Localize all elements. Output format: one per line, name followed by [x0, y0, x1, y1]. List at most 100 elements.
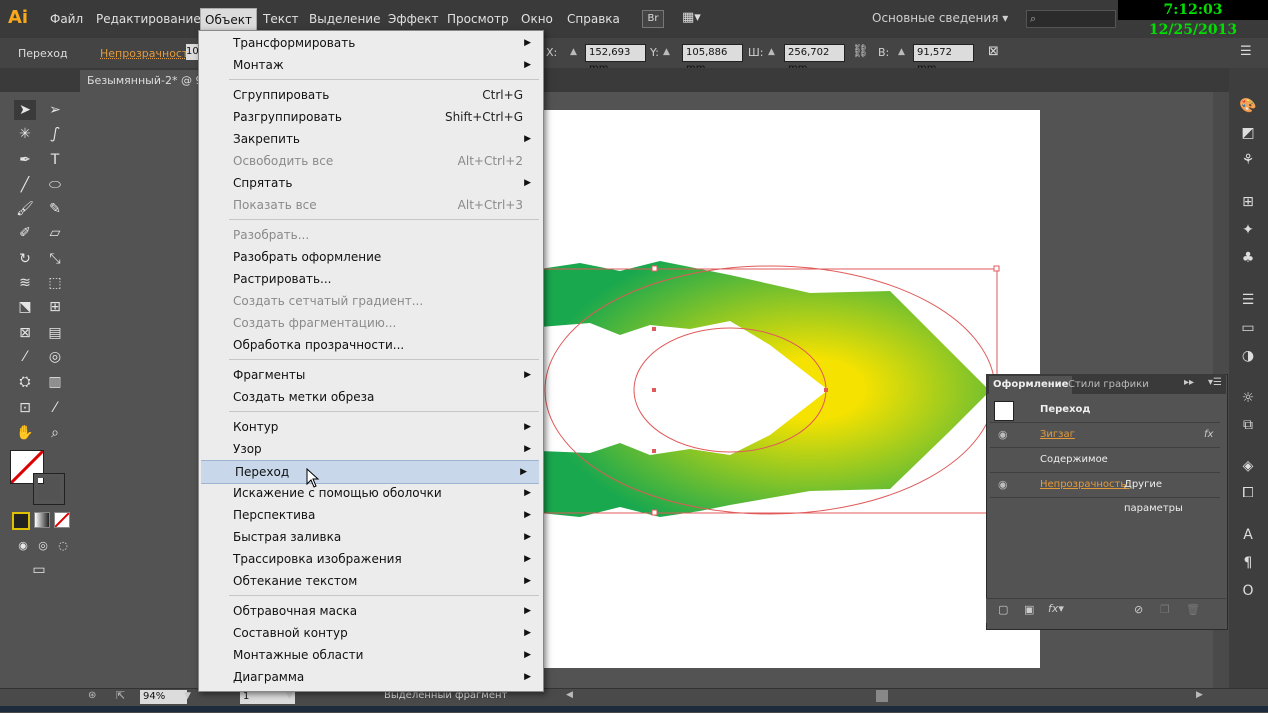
blend-artwork[interactable]	[540, 255, 1000, 525]
menu-item[interactable]: Монтаж ▶	[199, 54, 543, 76]
menu-item[interactable]: Создать метки обреза	[199, 386, 543, 408]
eyedropper-tool-icon[interactable]: ⁄	[14, 347, 36, 367]
appearance-header-row[interactable]: Переход	[990, 398, 1220, 423]
gradient-mode-icon[interactable]	[34, 512, 50, 528]
gradient-tool-icon[interactable]: ▤	[44, 323, 66, 343]
menu-2[interactable]: Объект	[200, 8, 257, 32]
y-input[interactable]: 105,886 mm	[682, 44, 743, 74]
artboard-tool-icon[interactable]: ⊡	[14, 398, 36, 418]
warp-tool-icon[interactable]: ≋	[14, 273, 36, 293]
paintbrush-tool-icon[interactable]: 🖌	[14, 199, 36, 219]
paragraph-panel-icon[interactable]: ¶	[1238, 555, 1258, 573]
menu-item[interactable]: Фрагменты ▶	[199, 364, 543, 386]
tab-appearance[interactable]: Оформление	[989, 376, 1073, 394]
symbols-panel-icon[interactable]: ♣	[1238, 250, 1258, 268]
bridge-button[interactable]: Br	[642, 10, 664, 28]
color-mode-icon[interactable]	[12, 512, 30, 530]
opentype-panel-icon[interactable]: O	[1238, 583, 1258, 601]
swatches-panel-icon[interactable]: ⊞	[1238, 194, 1258, 212]
x-input[interactable]: 152,693 mm	[585, 44, 646, 74]
type-tool-icon[interactable]: T	[44, 150, 66, 170]
stroke-swatch[interactable]	[33, 473, 65, 505]
anchor-bottom[interactable]	[652, 449, 656, 453]
scroll-right-icon[interactable]: ▶	[1196, 690, 1203, 700]
menu-item[interactable]: Узор ▶	[199, 438, 543, 460]
appearance-panel-icon[interactable]: ☼	[1238, 390, 1258, 408]
contents-row[interactable]: Содержимое	[990, 448, 1220, 473]
selection-tool-icon[interactable]: ➤	[14, 100, 36, 120]
stroke-panel-icon[interactable]: ☰	[1238, 292, 1258, 310]
h-stepper-icon[interactable]: ▲	[898, 47, 905, 57]
status-toggle-icon[interactable]: ⊛	[88, 690, 96, 701]
menu-item[interactable]: Обработка прозрачности...	[199, 334, 543, 356]
menu-item[interactable]: Монтажные области ▶	[199, 644, 543, 666]
zoom-input[interactable]: 94%	[140, 690, 187, 704]
x-stepper-icon[interactable]: ▲	[570, 47, 577, 57]
transparency-panel-icon[interactable]: ◑	[1238, 348, 1258, 366]
free-transform-tool-icon[interactable]: ⬚	[44, 273, 66, 293]
menu-0[interactable]: Файл	[46, 12, 87, 26]
menu-item[interactable]: Быстрая заливка ▶	[199, 526, 543, 548]
status-share-icon[interactable]: ⇱	[116, 689, 125, 702]
shape-builder-tool-icon[interactable]: ⬔	[14, 297, 36, 317]
color-guide-icon[interactable]: ◩	[1238, 125, 1258, 143]
draw-inside-icon[interactable]: ◌	[52, 536, 74, 556]
opacity-link[interactable]: Непрозрачность:	[1040, 473, 1130, 497]
perspective-grid-tool-icon[interactable]: ⊞	[44, 297, 66, 317]
menu-item[interactable]: Искажение с помощью оболочки ▶	[199, 482, 543, 504]
blob-brush-tool-icon[interactable]: ✐	[14, 223, 36, 243]
direct-selection-tool-icon[interactable]: ➢	[44, 100, 66, 120]
control-menu-icon[interactable]: ☰	[1240, 44, 1252, 59]
pen-tool-icon[interactable]: ✒	[14, 150, 36, 170]
brushes-panel-icon[interactable]: ✦	[1238, 222, 1258, 240]
anchor-top[interactable]	[652, 327, 656, 331]
menu-item[interactable]: Разобрать оформление	[199, 246, 543, 268]
anchor-right[interactable]	[824, 388, 828, 392]
handle-top[interactable]	[651, 265, 658, 272]
menu-item[interactable]: Переход ▶	[201, 460, 539, 484]
panel-menu-icon[interactable]: ▾☰	[1208, 377, 1222, 388]
link-proportions-icon[interactable]: ⛓	[852, 44, 869, 59]
tab-graphic-styles[interactable]: Стили графики	[1068, 376, 1149, 394]
none-mode-icon[interactable]	[54, 512, 70, 528]
menu-item[interactable]: Спрятать ▶	[199, 172, 543, 194]
handle-bottom[interactable]	[651, 509, 658, 516]
column-graph-tool-icon[interactable]: ▥	[44, 372, 66, 392]
pencil-tool-icon[interactable]: ✎	[44, 199, 66, 219]
screen-mode-icon[interactable]: ▭	[28, 560, 50, 580]
opacity-input[interactable]: 10	[186, 44, 199, 60]
layers-panel-icon[interactable]: ◈	[1238, 458, 1258, 476]
panel-collapse-icon[interactable]: ▸▸	[1184, 377, 1194, 388]
blend-tool-icon[interactable]: ◎	[44, 347, 66, 367]
menu-item[interactable]: Обтекание текстом ▶	[199, 570, 543, 592]
add-stroke-icon[interactable]: ▢	[998, 603, 1008, 616]
draw-behind-icon[interactable]: ◎	[32, 536, 54, 556]
zoom-tool-icon[interactable]: ⌕	[44, 423, 66, 443]
menu-1[interactable]: Редактирование	[92, 12, 205, 26]
gradient-panel-icon[interactable]: ▭	[1238, 320, 1258, 338]
transform-icon[interactable]: ⊠	[988, 44, 999, 59]
arrange-documents-icon[interactable]: ▦▾	[682, 10, 701, 25]
w-stepper-icon[interactable]: ▲	[768, 47, 775, 57]
menu-item[interactable]: Растрировать...	[199, 268, 543, 290]
w-input[interactable]: 256,702 mm	[784, 44, 845, 74]
menu-5[interactable]: Эффект	[384, 12, 443, 26]
graphic-styles-icon[interactable]: ⧉	[1238, 417, 1258, 435]
magic-wand-tool-icon[interactable]: ✳	[14, 124, 36, 144]
lasso-tool-icon[interactable]: ഽ	[44, 124, 66, 144]
scale-tool-icon[interactable]: ⤡	[44, 249, 66, 269]
hand-tool-icon[interactable]: ✋	[14, 423, 36, 443]
menu-item[interactable]: Контур ▶	[199, 416, 543, 438]
menu-item[interactable]: Разгруппировать Shift+Ctrl+G	[199, 106, 543, 128]
visibility-eye-icon[interactable]: ◉	[998, 473, 1008, 497]
menu-7[interactable]: Окно	[517, 12, 557, 26]
y-stepper-icon[interactable]: ▲	[663, 47, 670, 57]
menu-3[interactable]: Текст	[259, 12, 303, 26]
line-tool-icon[interactable]: ╱	[14, 175, 36, 195]
scroll-left-icon[interactable]: ◀	[566, 690, 573, 700]
slice-tool-icon[interactable]: ⁄	[44, 398, 66, 418]
symbol-sprayer-tool-icon[interactable]: ⛭	[14, 372, 36, 392]
menu-item[interactable]: Диаграмма ▶	[199, 666, 543, 688]
menu-item[interactable]: Перспектива ▶	[199, 504, 543, 526]
clear-appearance-icon[interactable]: ⊘	[1134, 603, 1143, 616]
